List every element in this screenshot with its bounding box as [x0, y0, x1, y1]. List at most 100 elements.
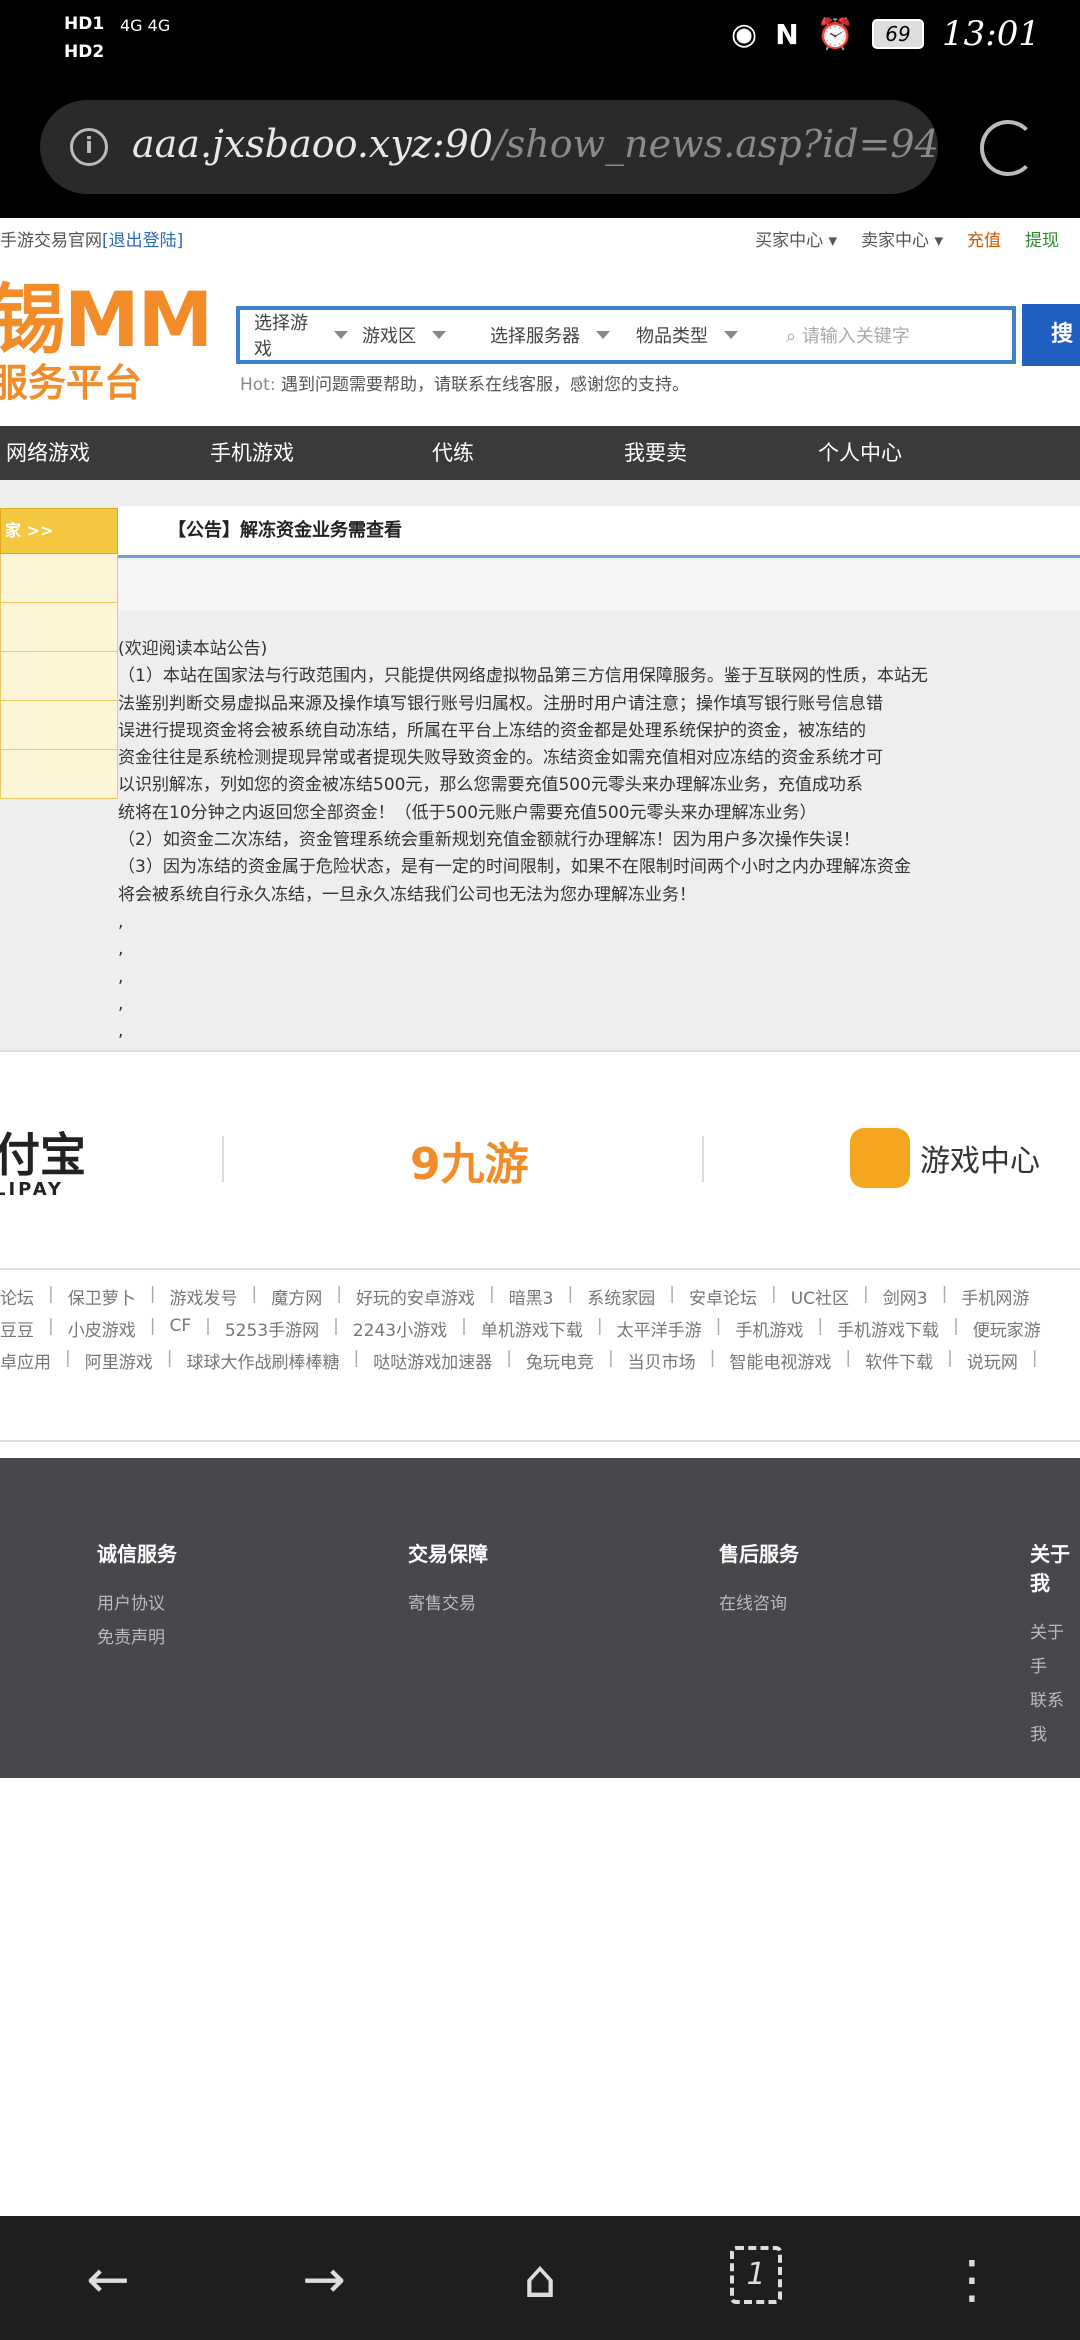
seller-center-link[interactable]: 卖家中心 ▾ [861, 226, 943, 251]
back-arrow-icon[interactable]: ← [78, 2250, 138, 2310]
link-item[interactable]: 阿里游戏 [85, 1348, 153, 1373]
sidebar-item[interactable] [0, 750, 118, 799]
link-item[interactable]: 系统家园 [587, 1284, 655, 1309]
footer-link-online-consult[interactable]: 在线咨询 [719, 1587, 799, 1621]
link-item[interactable]: 暗黑3 [509, 1284, 554, 1309]
hot-label: Hot: [240, 375, 276, 395]
withdraw-link[interactable]: 提现 [1025, 226, 1059, 251]
link-item[interactable]: 剑网3 [883, 1284, 928, 1309]
link-item[interactable]: 兔玩电竞 [526, 1348, 594, 1373]
link-item[interactable]: 智能电视游戏 [729, 1348, 831, 1373]
notice-line: , [118, 939, 124, 960]
link-separator: | [48, 1316, 54, 1336]
search-input[interactable]: ⌕ 请输入关键字 [786, 322, 910, 348]
notice-line: (欢迎阅读本站公告) [118, 639, 268, 659]
footer-link-disclaimer[interactable]: 免责声明 [97, 1621, 177, 1655]
more-menu-icon[interactable]: ⋮ [942, 2250, 1002, 2310]
jiuyou-logo[interactable]: 9九游 [410, 1128, 529, 1192]
link-item[interactable]: 安卓论坛 [689, 1284, 757, 1309]
sidebar-item[interactable] [0, 554, 118, 603]
link-separator: | [953, 1316, 959, 1336]
link-item[interactable]: 保卫萝卜 [68, 1284, 136, 1309]
link-item[interactable]: 小皮游戏 [68, 1316, 136, 1341]
link-item[interactable]: 卓应用 [0, 1348, 51, 1373]
select-zone[interactable]: 游戏区 [348, 322, 476, 348]
sidebar-item[interactable] [0, 652, 118, 701]
link-separator: | [715, 1316, 722, 1336]
url-bar[interactable]: i aaa.jxsbaoo.xyz:90/show_news.asp?id=94 [40, 100, 939, 194]
select-game[interactable]: 选择游戏 [240, 309, 348, 361]
link-item[interactable]: 5253手游网 [225, 1316, 319, 1341]
link-item[interactable]: UC社区 [791, 1284, 849, 1309]
link-separator: | [709, 1348, 716, 1368]
link-item[interactable]: 手机游戏 [735, 1316, 803, 1341]
tabs-icon[interactable]: 1 [730, 2246, 782, 2304]
search-button[interactable]: 搜 [1022, 304, 1080, 366]
nav-boosting[interactable]: 代练 [432, 426, 474, 480]
link-separator: | [567, 1284, 574, 1304]
notice-line: （3）因为冻结的资金属于危险状态，是有一定的时间限制，如果不在限制时间两个小时之… [118, 857, 911, 878]
link-item[interactable]: 哒哒游戏加速器 [373, 1348, 492, 1373]
logout-link[interactable]: [退出登陆] [102, 231, 183, 251]
notice-line: 误进行提现资金将会被系统自动冻结，所属在平台上冻结的资金都是处理系统保护的资金，… [118, 720, 866, 741]
link-item[interactable]: 手机网游 [961, 1284, 1029, 1309]
sidebar-head[interactable]: 家 >> [0, 508, 118, 554]
link-separator: | [251, 1284, 258, 1304]
sidebar-item[interactable] [0, 701, 118, 750]
gamecenter-text: 游戏中心 [920, 1144, 1040, 1179]
jiuyou-text: 九游 [440, 1139, 529, 1190]
recharge-link[interactable]: 充值 [967, 226, 1001, 251]
site-title: 手游交易官网 [0, 231, 102, 251]
reload-icon[interactable] [980, 120, 1036, 176]
nav-sell[interactable]: 我要卖 [624, 426, 687, 480]
link-item[interactable]: 豆豆 [0, 1316, 34, 1341]
link-separator: | [461, 1316, 467, 1336]
notice-line: , [118, 966, 124, 987]
forward-arrow-icon[interactable]: → [294, 2250, 354, 2310]
link-item[interactable]: 游戏发号 [169, 1284, 237, 1309]
select-zone-label: 游戏区 [362, 326, 416, 347]
link-item[interactable]: 便玩家游 [973, 1316, 1041, 1341]
notice-line: , [118, 1021, 124, 1042]
gamecenter-logo[interactable]: 游戏中心 [850, 1128, 1040, 1188]
select-server[interactable]: 选择服务器 [476, 322, 622, 348]
link-item[interactable]: 论坛 [0, 1284, 34, 1309]
footer-link-contact[interactable]: 联系我 [1030, 1684, 1080, 1752]
link-item[interactable]: 当贝市场 [628, 1348, 696, 1373]
home-icon[interactable]: ⌂ [510, 2250, 570, 2310]
nav-personal-center[interactable]: 个人中心 [818, 426, 902, 480]
notice-line: , [118, 911, 124, 932]
select-item-type[interactable]: 物品类型 [622, 322, 762, 348]
link-item[interactable]: 太平洋手游 [617, 1316, 702, 1341]
buyer-center-link[interactable]: 买家中心 ▾ [755, 226, 837, 251]
divider [222, 1136, 224, 1182]
link-item[interactable]: 2243小游戏 [353, 1316, 447, 1341]
link-item[interactable]: CF [169, 1316, 191, 1341]
web-page: 手游交易官网[退出登陆] 买家中心 ▾ 卖家中心 ▾ 充值 提现 客 锡MM 服… [0, 218, 1080, 2216]
link-item[interactable]: 单机游戏下载 [481, 1316, 583, 1341]
notice-line: 统将在10分钟之内返回您全部资金！（低于500元账户需要充值500元零头来办理解… [118, 802, 817, 823]
sidebar-item[interactable] [0, 603, 118, 652]
link-item[interactable]: 软件下载 [865, 1348, 933, 1373]
link-separator: | [506, 1348, 512, 1368]
notice-line: 将会被系统自行永久冻结，一旦永久冻结我们公司也无法为您办理解冻业务！ [118, 884, 696, 905]
logo-main-text: 锡MM [0, 275, 213, 364]
footer-link-about[interactable]: 关于手 [1030, 1616, 1080, 1684]
link-item[interactable]: 球球大作战刷棒棒糖 [186, 1348, 339, 1373]
site-name: 手游交易官网[退出登陆] [0, 226, 183, 251]
link-item[interactable]: 说玩网 [967, 1348, 1018, 1373]
nav-online-games[interactable]: 网络游戏 [6, 426, 90, 480]
url-text[interactable]: aaa.jxsbaoo.xyz:90/show_news.asp?id=94 [132, 122, 939, 166]
link-item[interactable]: 好玩的安卓游戏 [356, 1284, 475, 1309]
footer-link-user-agreement[interactable]: 用户协议 [97, 1587, 177, 1621]
alipay-en-text: LIPAY [0, 1179, 64, 1200]
hot-notice: Hot: 遇到问题需要帮助，请联系在线客服，感谢您的支持。 [240, 370, 689, 395]
link-item[interactable]: 手机游戏下载 [837, 1316, 939, 1341]
info-icon[interactable]: i [70, 128, 108, 166]
link-separator: | [669, 1284, 675, 1304]
alipay-logo[interactable]: 付宝 LIPAY [0, 1130, 86, 1200]
nav-mobile-games[interactable]: 手机游戏 [210, 426, 294, 480]
site-logo[interactable]: 锡MM 服务平台 [0, 275, 213, 406]
link-item[interactable]: 魔方网 [271, 1284, 322, 1309]
footer-link-consignment[interactable]: 寄售交易 [408, 1587, 488, 1621]
